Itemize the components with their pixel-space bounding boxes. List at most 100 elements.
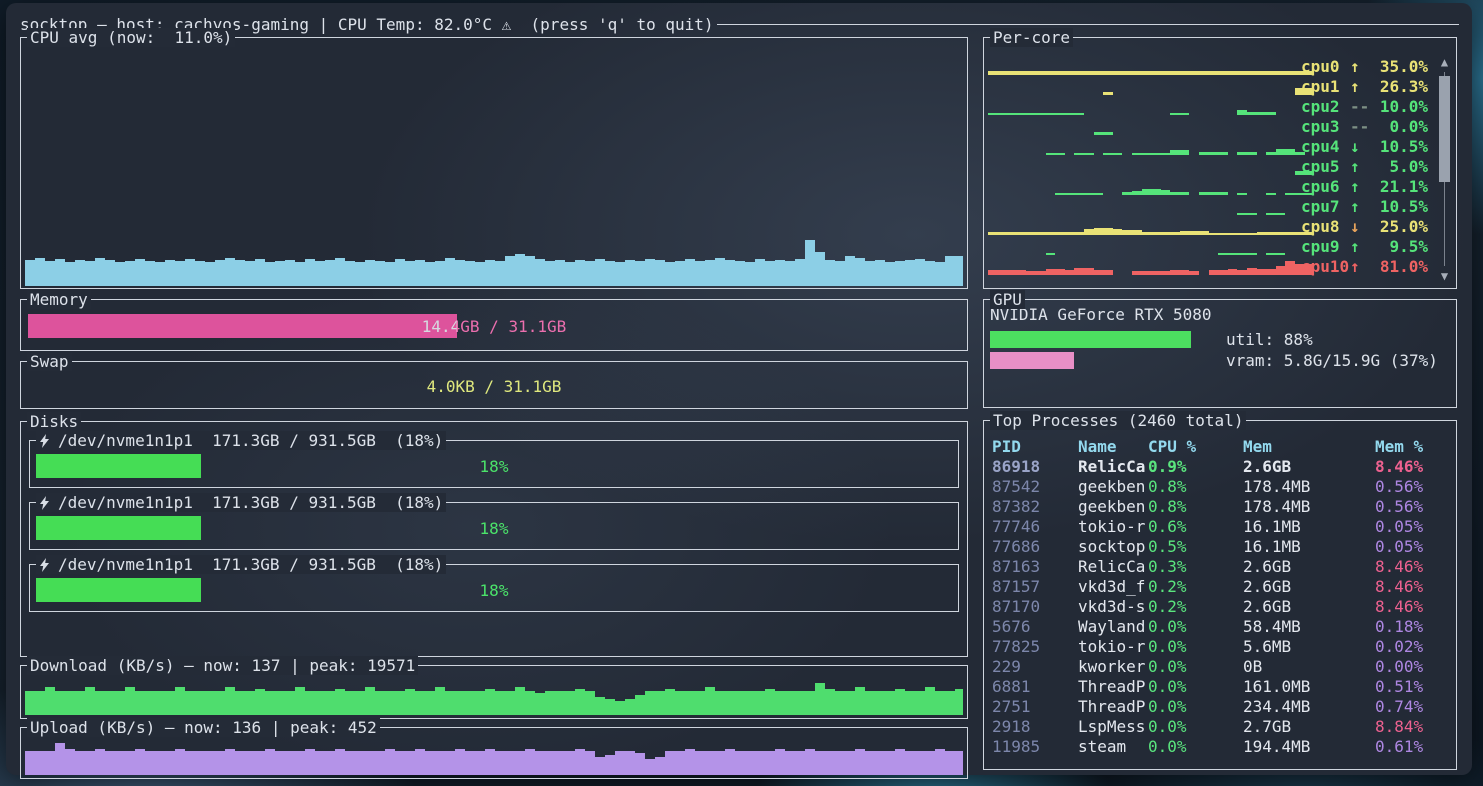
spark-bar — [185, 751, 195, 775]
spark-bar — [65, 691, 75, 715]
spark-bar — [485, 260, 495, 286]
swap-panel: Swap 4.0KB / 31.1GB — [20, 361, 968, 409]
core-row: cpu2--10.0% — [984, 96, 1456, 116]
spark-bar — [1266, 112, 1276, 115]
spark-bar — [1285, 71, 1295, 75]
spark-bar — [1065, 232, 1075, 235]
upload-sparkline — [25, 742, 963, 775]
process-cpu: 0.8% — [1148, 497, 1243, 517]
spark-bar — [1180, 71, 1190, 75]
spark-bar — [795, 691, 805, 715]
spark-bar — [905, 260, 915, 286]
process-row[interactable]: 87382geekben0.8%178.4MB0.56% — [992, 497, 1452, 517]
spark-bar — [1257, 269, 1267, 275]
column-header: Mem % — [1375, 437, 1452, 457]
core-sparkline — [988, 132, 1314, 135]
cpu-avg-panel: CPU avg (now: 11.0%) — [20, 37, 968, 289]
spark-bar — [195, 261, 205, 286]
spark-bar — [988, 270, 998, 275]
spark-bar — [1276, 266, 1286, 275]
per-core-scrollbar[interactable]: ▲ ▼ — [1438, 56, 1451, 282]
spark-bar — [1285, 193, 1295, 195]
spark-bar — [515, 751, 525, 775]
spark-bar — [45, 751, 55, 775]
core-label: cpu1↑26.3% — [1301, 76, 1428, 96]
scrollbar-up-icon[interactable]: ▲ — [1438, 56, 1451, 68]
process-row[interactable]: 2918LspMess0.0%2.7GB8.84% — [992, 717, 1452, 737]
spark-bar — [1046, 269, 1056, 275]
process-row[interactable]: 77686socktop0.5%16.1MB0.05% — [992, 537, 1452, 557]
spark-bar — [645, 259, 655, 286]
spark-bar — [1209, 192, 1219, 195]
spark-bar — [1122, 71, 1132, 75]
spark-bar — [1161, 71, 1171, 75]
lightning-icon — [39, 434, 50, 448]
core-label: cpu5↑5.0% — [1301, 156, 1428, 176]
spark-bar — [1170, 270, 1180, 275]
spark-bar — [245, 751, 255, 775]
process-row[interactable]: 77746tokio-r0.6%16.1MB0.05% — [992, 517, 1452, 537]
gauge-label: 18% — [36, 454, 952, 478]
spark-bar — [815, 683, 825, 715]
spark-bar — [845, 256, 855, 286]
spark-bar — [1237, 253, 1247, 255]
scrollbar-thumb[interactable] — [1439, 76, 1450, 182]
spark-bar — [1055, 153, 1065, 155]
spark-bar — [725, 749, 735, 775]
spark-bar — [145, 751, 155, 775]
spark-bar — [605, 261, 615, 286]
spark-bar — [1285, 261, 1295, 275]
process-row[interactable]: 87542geekben0.8%178.4MB0.56% — [992, 477, 1452, 497]
spark-bar — [1094, 193, 1104, 195]
spark-bar — [765, 261, 775, 286]
process-mem-pct: 0.00% — [1375, 657, 1452, 677]
process-row[interactable]: 87170vkd3d-s0.2%2.6GB8.46% — [992, 597, 1452, 617]
spark-bar — [1026, 271, 1036, 275]
spark-bar — [1170, 71, 1180, 75]
process-row[interactable]: 2751ThreadP0.0%234.4MB0.74% — [992, 697, 1452, 717]
spark-bar — [775, 691, 785, 715]
spark-bar — [1103, 132, 1113, 135]
process-name: LspMess — [1078, 717, 1148, 737]
spark-bar — [1017, 270, 1027, 275]
core-name: cpu8 — [1301, 217, 1350, 236]
spark-bar — [1266, 71, 1276, 75]
process-name: vkd3d_f — [1078, 577, 1148, 597]
spark-bar — [435, 261, 445, 286]
spark-bar — [1170, 113, 1180, 115]
process-mem-pct: 0.51% — [1375, 677, 1452, 697]
process-row[interactable]: 11985steam0.0%194.4MB0.61% — [992, 737, 1452, 757]
process-row[interactable]: 6881ThreadP0.0%161.0MB0.51% — [992, 677, 1452, 697]
process-pid: 87382 — [992, 497, 1078, 517]
process-name: RelicCa — [1078, 557, 1148, 577]
spark-bar — [755, 259, 765, 286]
spark-bar — [855, 749, 865, 775]
spark-bar — [585, 691, 595, 715]
process-row[interactable]: 229kworker0.0%0B0.00% — [992, 657, 1452, 677]
process-pid: 2751 — [992, 697, 1078, 717]
spark-bar — [1285, 149, 1295, 155]
process-row[interactable]: 77825tokio-r0.0%5.6MB0.02% — [992, 637, 1452, 657]
spark-bar — [365, 751, 375, 775]
spark-bar — [1228, 71, 1238, 75]
spark-bar — [355, 691, 365, 715]
spark-bar — [855, 258, 865, 286]
per-core-panel-title: Per-core — [990, 28, 1073, 47]
core-sparkline — [988, 149, 1314, 155]
scrollbar-down-icon[interactable]: ▼ — [1438, 270, 1451, 282]
process-mem: 2.6GB — [1243, 577, 1375, 597]
spark-bar — [1161, 190, 1171, 195]
spark-bar — [235, 691, 245, 715]
spark-bar — [305, 259, 315, 286]
process-row[interactable]: 5676Wayland0.0%58.4MB0.18% — [992, 617, 1452, 637]
core-label: cpu10↑81.0% — [1301, 256, 1428, 276]
process-cpu: 0.5% — [1148, 537, 1243, 557]
process-row[interactable]: 86918RelicCa0.9%2.6GB8.46% — [992, 457, 1452, 477]
spark-bar — [335, 689, 345, 715]
spark-bar — [695, 691, 705, 715]
spark-bar — [245, 261, 255, 286]
spark-bar — [1161, 232, 1171, 235]
spark-bar — [745, 262, 755, 286]
process-row[interactable]: 87157vkd3d_f0.2%2.6GB8.46% — [992, 577, 1452, 597]
process-row[interactable]: 87163RelicCa0.3%2.6GB8.46% — [992, 557, 1452, 577]
